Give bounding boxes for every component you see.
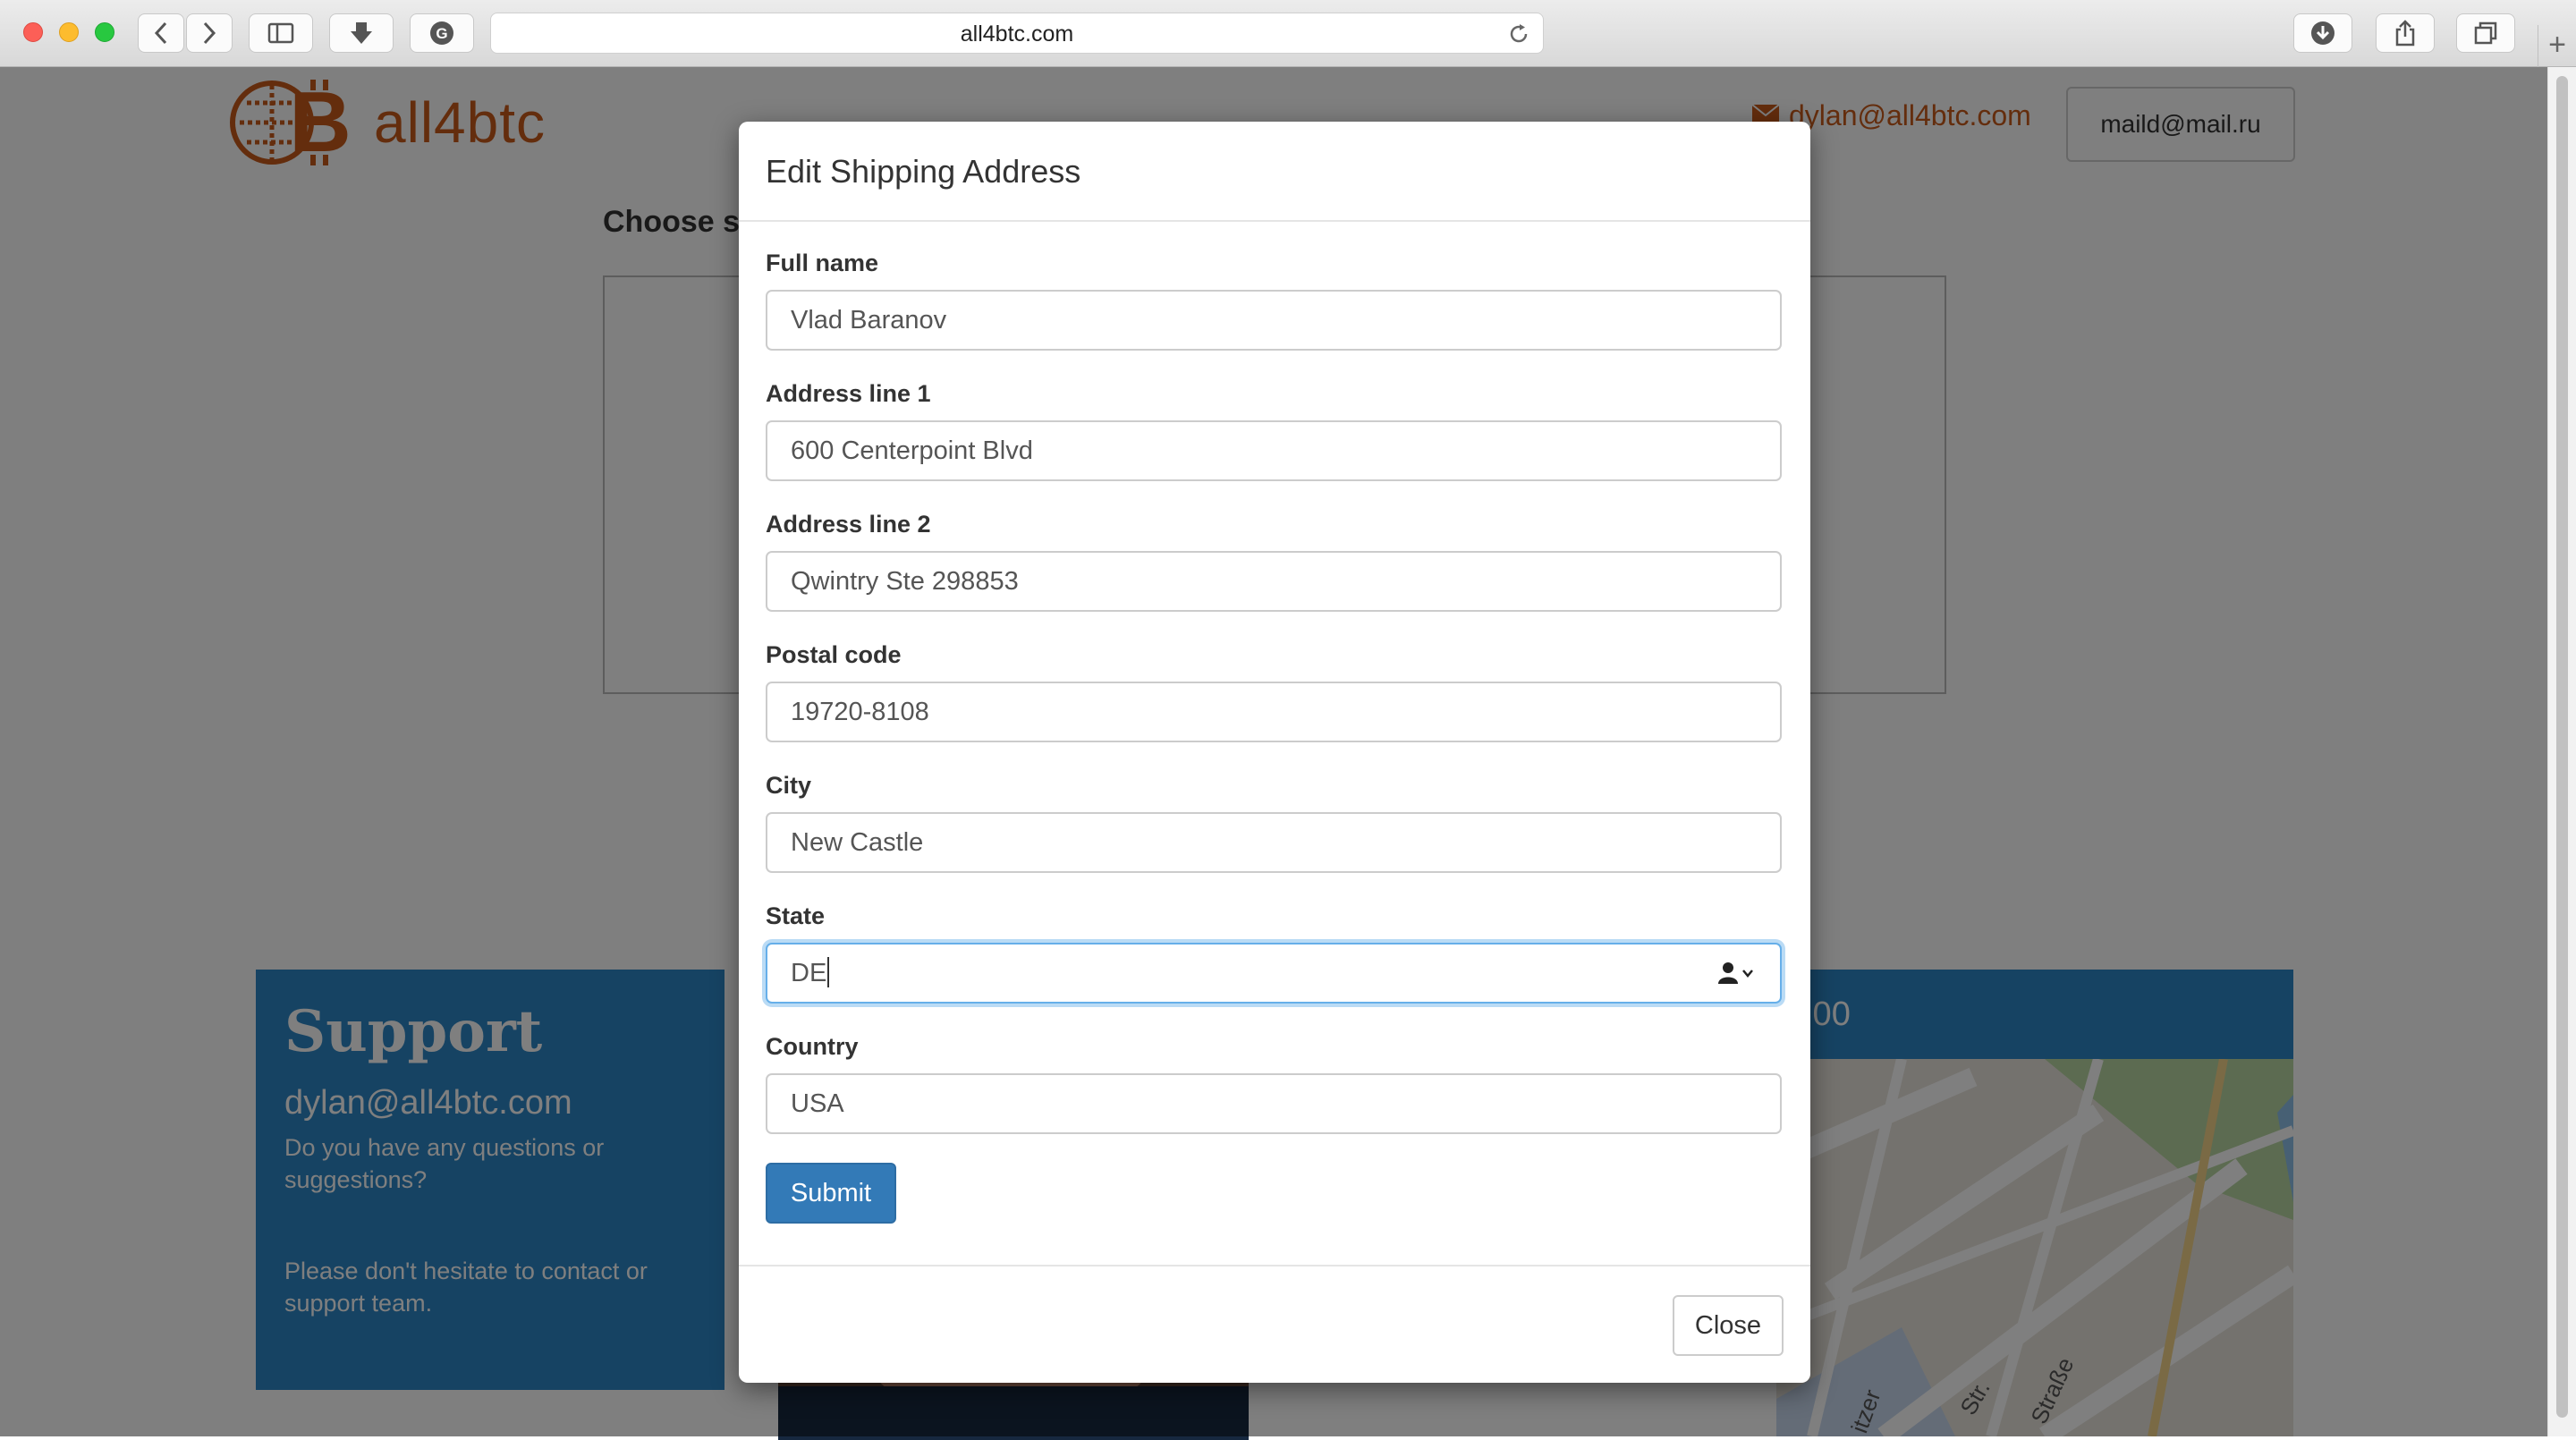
modal-footer: Close bbox=[739, 1265, 1810, 1383]
new-tab-icon: + bbox=[2548, 28, 2566, 62]
download-icon bbox=[2311, 21, 2334, 45]
postal-code-label: Postal code bbox=[766, 641, 902, 668]
contact-autofill-icon bbox=[1718, 962, 1753, 984]
sidebar-button[interactable] bbox=[249, 13, 313, 53]
url-text: all4btc.com bbox=[960, 21, 1074, 47]
share-icon bbox=[2395, 20, 2415, 47]
grammarly-icon: G bbox=[430, 21, 453, 45]
modal-header: Edit Shipping Address bbox=[739, 122, 1810, 222]
back-button[interactable] bbox=[138, 13, 184, 53]
address-line-2-field: Address line 2 Qwintry Ste 298853 bbox=[766, 510, 1784, 612]
address-line-1-input[interactable]: 600 Centerpoint Blvd bbox=[766, 420, 1782, 481]
postal-code-field: Postal code 19720-8108 bbox=[766, 640, 1784, 742]
browser-toolbar: G all4btc.com + bbox=[0, 0, 2576, 67]
country-field: Country USA bbox=[766, 1032, 1784, 1134]
address-line-2-label: Address line 2 bbox=[766, 511, 931, 538]
state-input[interactable]: DE bbox=[766, 943, 1782, 1004]
tabs-overview-button[interactable] bbox=[2456, 13, 2515, 53]
city-field: City New Castle bbox=[766, 771, 1784, 873]
minimize-window-button[interactable] bbox=[59, 22, 79, 42]
state-input-value: DE bbox=[791, 959, 827, 987]
back-icon bbox=[154, 21, 167, 45]
forward-button[interactable] bbox=[186, 13, 233, 53]
downloads-extension-button[interactable] bbox=[329, 13, 394, 53]
downloads-extension-icon bbox=[351, 22, 372, 44]
full-name-input[interactable]: Vlad Baranov bbox=[766, 290, 1782, 351]
tabs-icon bbox=[2474, 21, 2497, 45]
share-button[interactable] bbox=[2376, 13, 2435, 53]
grammarly-button[interactable]: G bbox=[410, 13, 474, 53]
submit-button[interactable]: Submit bbox=[766, 1163, 896, 1224]
postal-code-input[interactable]: 19720-8108 bbox=[766, 682, 1782, 742]
downloads-button[interactable] bbox=[2293, 13, 2352, 53]
full-name-label: Full name bbox=[766, 250, 879, 276]
page-scrollbar[interactable] bbox=[2547, 67, 2576, 1436]
address-line-1-field: Address line 1 600 Centerpoint Blvd bbox=[766, 379, 1784, 481]
state-label: State bbox=[766, 902, 826, 929]
reload-button[interactable] bbox=[1507, 22, 1530, 50]
reload-icon bbox=[1510, 24, 1528, 43]
modal-title: Edit Shipping Address bbox=[766, 153, 1081, 190]
edit-shipping-address-modal: Edit Shipping Address Full name Vlad Bar… bbox=[739, 122, 1810, 1383]
close-window-button[interactable] bbox=[23, 22, 43, 42]
text-caret bbox=[827, 957, 830, 988]
sidebar-icon bbox=[267, 22, 294, 44]
city-input[interactable]: New Castle bbox=[766, 812, 1782, 873]
address-line-1-label: Address line 1 bbox=[766, 380, 931, 407]
address-line-2-input[interactable]: Qwintry Ste 298853 bbox=[766, 551, 1782, 612]
forward-icon bbox=[203, 21, 216, 45]
city-label: City bbox=[766, 772, 812, 799]
contact-autofill-button[interactable] bbox=[1717, 961, 1757, 987]
full-name-field: Full name Vlad Baranov bbox=[766, 249, 1784, 351]
state-field: State DE bbox=[766, 902, 1784, 1004]
scrollbar-thumb[interactable] bbox=[2556, 76, 2568, 1418]
modal-body: Full name Vlad Baranov Address line 1 60… bbox=[739, 222, 1810, 1224]
svg-text:G: G bbox=[436, 25, 447, 42]
address-bar[interactable]: all4btc.com bbox=[490, 13, 1544, 54]
country-label: Country bbox=[766, 1033, 859, 1060]
country-input[interactable]: USA bbox=[766, 1073, 1782, 1134]
new-tab-button[interactable]: + bbox=[2538, 25, 2576, 67]
close-button[interactable]: Close bbox=[1673, 1295, 1784, 1356]
zoom-window-button[interactable] bbox=[95, 22, 114, 42]
